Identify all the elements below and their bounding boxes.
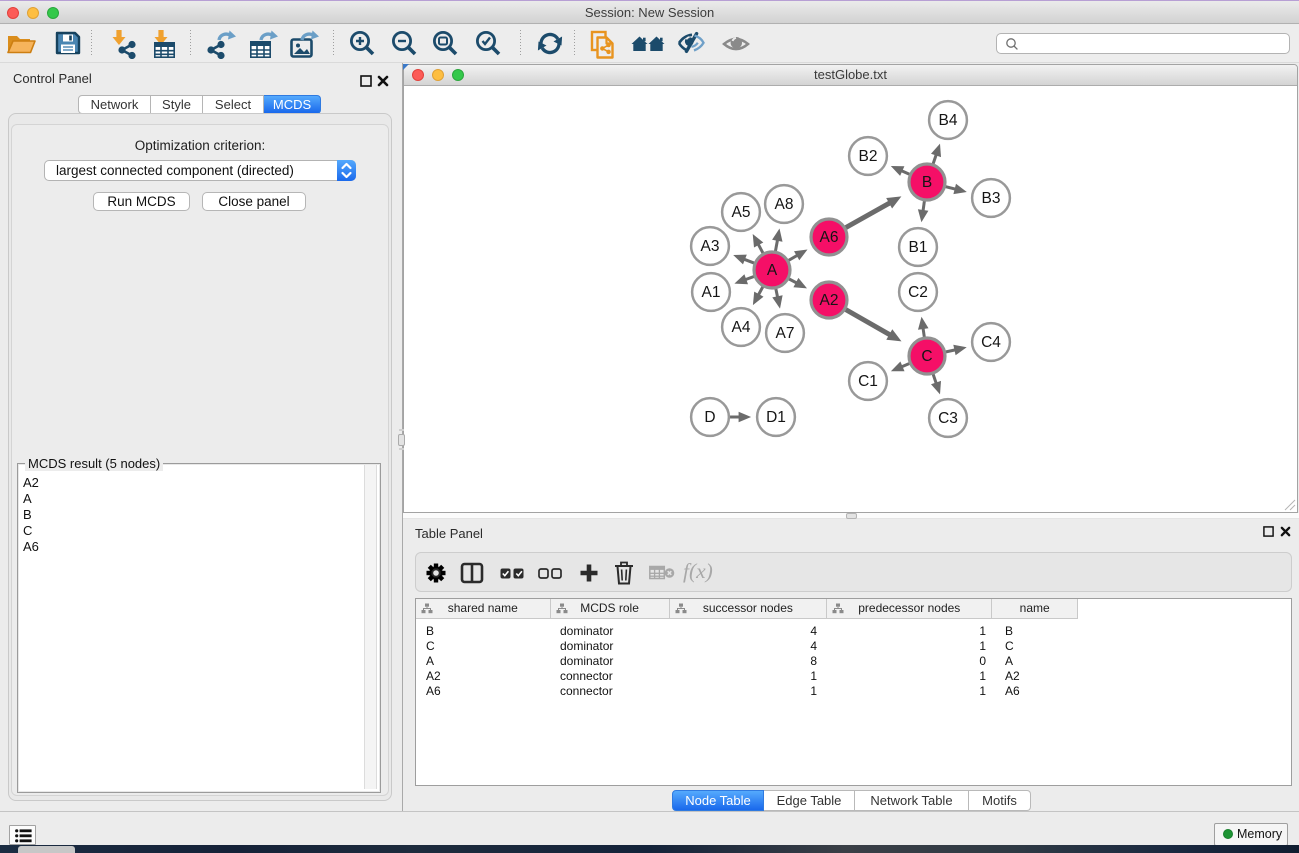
svg-text:D: D: [704, 409, 715, 426]
svg-text:C1: C1: [858, 373, 878, 390]
svg-text:A5: A5: [732, 204, 751, 221]
svg-text:B3: B3: [982, 190, 1001, 207]
svg-text:A: A: [767, 262, 778, 279]
svg-text:C2: C2: [908, 284, 928, 301]
svg-text:B: B: [922, 174, 932, 191]
svg-text:A6: A6: [820, 229, 839, 246]
svg-text:A4: A4: [732, 319, 751, 336]
svg-text:B1: B1: [909, 239, 928, 256]
svg-text:D1: D1: [766, 409, 786, 426]
svg-text:C: C: [921, 348, 932, 365]
svg-text:A8: A8: [775, 196, 794, 213]
svg-text:A3: A3: [701, 238, 720, 255]
svg-text:C4: C4: [981, 334, 1001, 351]
svg-text:B2: B2: [859, 148, 878, 165]
svg-text:C3: C3: [938, 410, 958, 427]
svg-text:A2: A2: [820, 292, 839, 309]
svg-text:A1: A1: [702, 284, 721, 301]
svg-text:B4: B4: [939, 112, 958, 129]
svg-text:A7: A7: [776, 325, 795, 342]
